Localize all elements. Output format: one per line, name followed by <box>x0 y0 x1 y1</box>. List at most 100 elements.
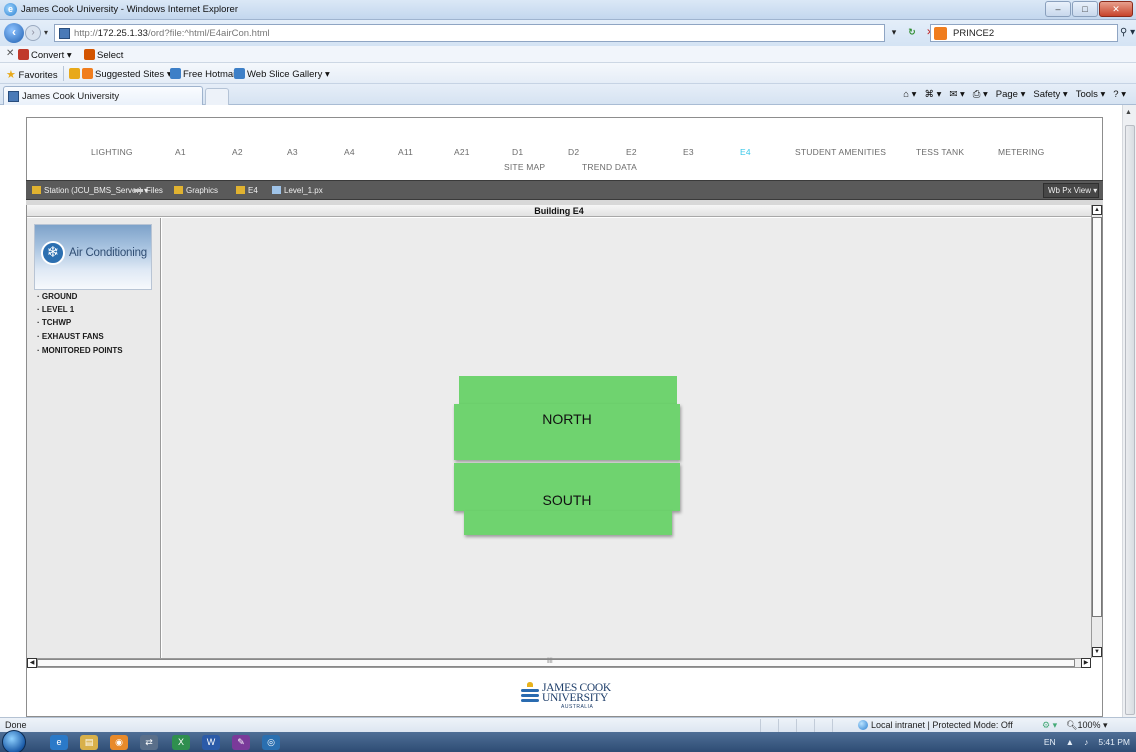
logo-line-2: UNIVERSITY <box>542 692 608 704</box>
hscroll-thumb[interactable] <box>37 659 1075 667</box>
tray-expand-icon[interactable]: ▲ <box>1066 737 1074 747</box>
search-input[interactable]: PRINCE2 <box>930 24 1118 42</box>
tab-active[interactable]: James Cook University <box>3 86 203 105</box>
address-url[interactable]: http://172.25.1.33/ord?file:^html/E4airC… <box>74 28 270 39</box>
safety-menu[interactable]: Safety ▾ <box>1033 89 1067 100</box>
north-zone[interactable]: NORTH <box>454 404 680 460</box>
start-button[interactable] <box>2 730 26 752</box>
language-indicator[interactable]: EN <box>1044 737 1056 747</box>
home-icon[interactable]: ⌂ ▾ <box>903 89 916 100</box>
print-icon[interactable]: ⎙ ▾ <box>973 89 988 100</box>
crumb-files[interactable]: Files <box>134 186 163 195</box>
nav-a2[interactable]: A2 <box>232 147 243 157</box>
paint-taskbar-icon[interactable]: ✎ <box>232 735 250 750</box>
nav-metering[interactable]: METERING <box>998 147 1044 157</box>
help-icon[interactable]: ? ▾ <box>1113 89 1126 100</box>
nav-d1[interactable]: D1 <box>512 147 523 157</box>
crumb-e4[interactable]: E4 <box>236 186 258 195</box>
frame-scrollbar-thumb[interactable] <box>1092 217 1102 617</box>
nav-site-map[interactable]: SITE MAP <box>504 162 545 172</box>
nav-d2[interactable]: D2 <box>568 147 579 157</box>
nav-a4[interactable]: A4 <box>344 147 355 157</box>
nav-lighting[interactable]: LIGHTING <box>91 147 133 157</box>
search-icon[interactable]: ⚲ ▾ <box>1120 27 1135 38</box>
crumb-station[interactable]: Station (JCU_BMS_Server) ▾ <box>32 186 148 195</box>
word-taskbar-icon[interactable]: W <box>202 735 220 750</box>
side-link-tchwp[interactable]: · TCHWP <box>37 318 71 327</box>
network-taskbar-icon[interactable]: ◎ <box>262 735 280 750</box>
frame-horizontal-scrollbar[interactable]: ◀ ‖‖ ▶ <box>27 658 1091 668</box>
badge-label: Air Conditioning <box>69 247 147 259</box>
select-button[interactable]: Select <box>84 49 123 61</box>
app-taskbar-icon[interactable]: ⇄ <box>140 735 158 750</box>
south-zone[interactable]: SOUTH <box>454 463 680 511</box>
explorer-taskbar-icon[interactable]: ▤ <box>80 735 98 750</box>
crumb-file[interactable]: Level_1.px <box>272 186 323 195</box>
building-header: Building E4 <box>27 205 1091 217</box>
minimize-button[interactable]: – <box>1045 1 1071 17</box>
feeds-icon[interactable]: ⌘ ▾ <box>924 89 941 100</box>
nav-a21[interactable]: A21 <box>454 147 470 157</box>
nav-tess-tank[interactable]: TESS TANK <box>916 147 964 157</box>
ie-taskbar-icon[interactable]: e <box>50 735 68 750</box>
grip-icon: ‖‖ <box>547 658 553 665</box>
volume-icon[interactable]: ♪ <box>1084 737 1088 747</box>
protected-mode-icon[interactable]: ⚙ ▾ <box>1042 720 1057 731</box>
side-link-ground[interactable]: · GROUND <box>37 292 77 301</box>
page-vertical-scrollbar[interactable]: ▲ <box>1122 105 1136 717</box>
forward-button[interactable]: › <box>25 25 41 41</box>
scroll-right-icon[interactable]: ▶ <box>1081 658 1091 668</box>
favorites-button[interactable]: ★ Favorites <box>6 68 58 81</box>
page-menu[interactable]: Page ▾ <box>996 89 1026 100</box>
select-icon <box>84 49 95 60</box>
nav-e3[interactable]: E3 <box>683 147 694 157</box>
view-selector[interactable]: Wb Px View ▾ <box>1043 183 1099 198</box>
excel-taskbar-icon[interactable]: X <box>172 735 190 750</box>
media-taskbar-icon[interactable]: ◉ <box>110 735 128 750</box>
zoom-level[interactable]: 🔍︎100% ▾ <box>1066 720 1107 731</box>
mail-icon[interactable]: ✉ ▾ <box>949 89 964 100</box>
south-zone-bottom[interactable] <box>464 511 672 535</box>
frame-scroll-up-icon[interactable]: ▲ <box>1092 205 1102 215</box>
address-bar[interactable]: http://172.25.1.33/ord?file:^html/E4airC… <box>54 24 885 42</box>
address-dropdown-icon[interactable]: ▾ <box>887 25 901 39</box>
frame-scroll-down-icon[interactable]: ▼ <box>1092 647 1102 657</box>
nav-e2[interactable]: E2 <box>626 147 637 157</box>
convert-button[interactable]: Convert ▾ <box>18 49 72 61</box>
scrollbar-thumb[interactable] <box>1125 125 1135 715</box>
nav-trend-data[interactable]: TREND DATA <box>582 162 637 172</box>
refresh-icon[interactable]: ↻ <box>905 25 919 39</box>
crumb-graphics[interactable]: Graphics <box>174 186 218 195</box>
clock[interactable]: 5:41 PM <box>1098 737 1130 747</box>
new-tab-button[interactable] <box>205 88 229 105</box>
nav-a3[interactable]: A3 <box>287 147 298 157</box>
security-zone[interactable]: Local intranet | Protected Mode: Off <box>858 720 1013 730</box>
nav-a11[interactable]: A11 <box>398 147 413 157</box>
nav-a1[interactable]: A1 <box>175 147 186 157</box>
status-text: Done <box>5 720 27 730</box>
tools-menu[interactable]: Tools ▾ <box>1076 89 1106 100</box>
close-button[interactable]: ✕ <box>1099 1 1133 17</box>
scroll-up-icon[interactable]: ▲ <box>1125 109 1132 116</box>
back-button[interactable]: ‹ <box>4 23 24 43</box>
frame-vertical-scrollbar[interactable]: ▲ ▼ <box>1091 205 1102 658</box>
side-link-level-1[interactable]: · LEVEL 1 <box>37 305 74 314</box>
scroll-left-icon[interactable]: ◀ <box>27 658 37 668</box>
nav-student-amenities[interactable]: STUDENT AMENITIES <box>795 147 886 157</box>
north-zone-top[interactable] <box>459 376 677 404</box>
window-title: James Cook University - Windows Internet… <box>21 4 238 15</box>
maximize-button[interactable]: □ <box>1072 1 1098 17</box>
free-hotmail-link[interactable]: Free Hotmail <box>170 68 237 80</box>
web-slice-gallery-link[interactable]: Web Slice Gallery ▾ <box>234 68 330 80</box>
side-link-exhaust-fans[interactable]: · EXHAUST FANS <box>37 332 104 341</box>
history-dropdown-icon[interactable]: ▾ <box>44 28 48 37</box>
suggested-sites-icon <box>82 68 93 79</box>
site-icon <box>59 28 70 39</box>
folder-icon <box>236 186 245 194</box>
side-link-monitored-points[interactable]: · MONITORED POINTS <box>37 346 123 355</box>
window-title-bar: e James Cook University - Windows Intern… <box>0 0 1136 20</box>
suggested-sites-link[interactable]: Suggested Sites ▾ <box>69 68 172 80</box>
nav-e4[interactable]: E4 <box>740 147 751 157</box>
wave-shape <box>521 694 539 697</box>
close-toolbar-icon[interactable]: ✕ <box>6 48 14 59</box>
